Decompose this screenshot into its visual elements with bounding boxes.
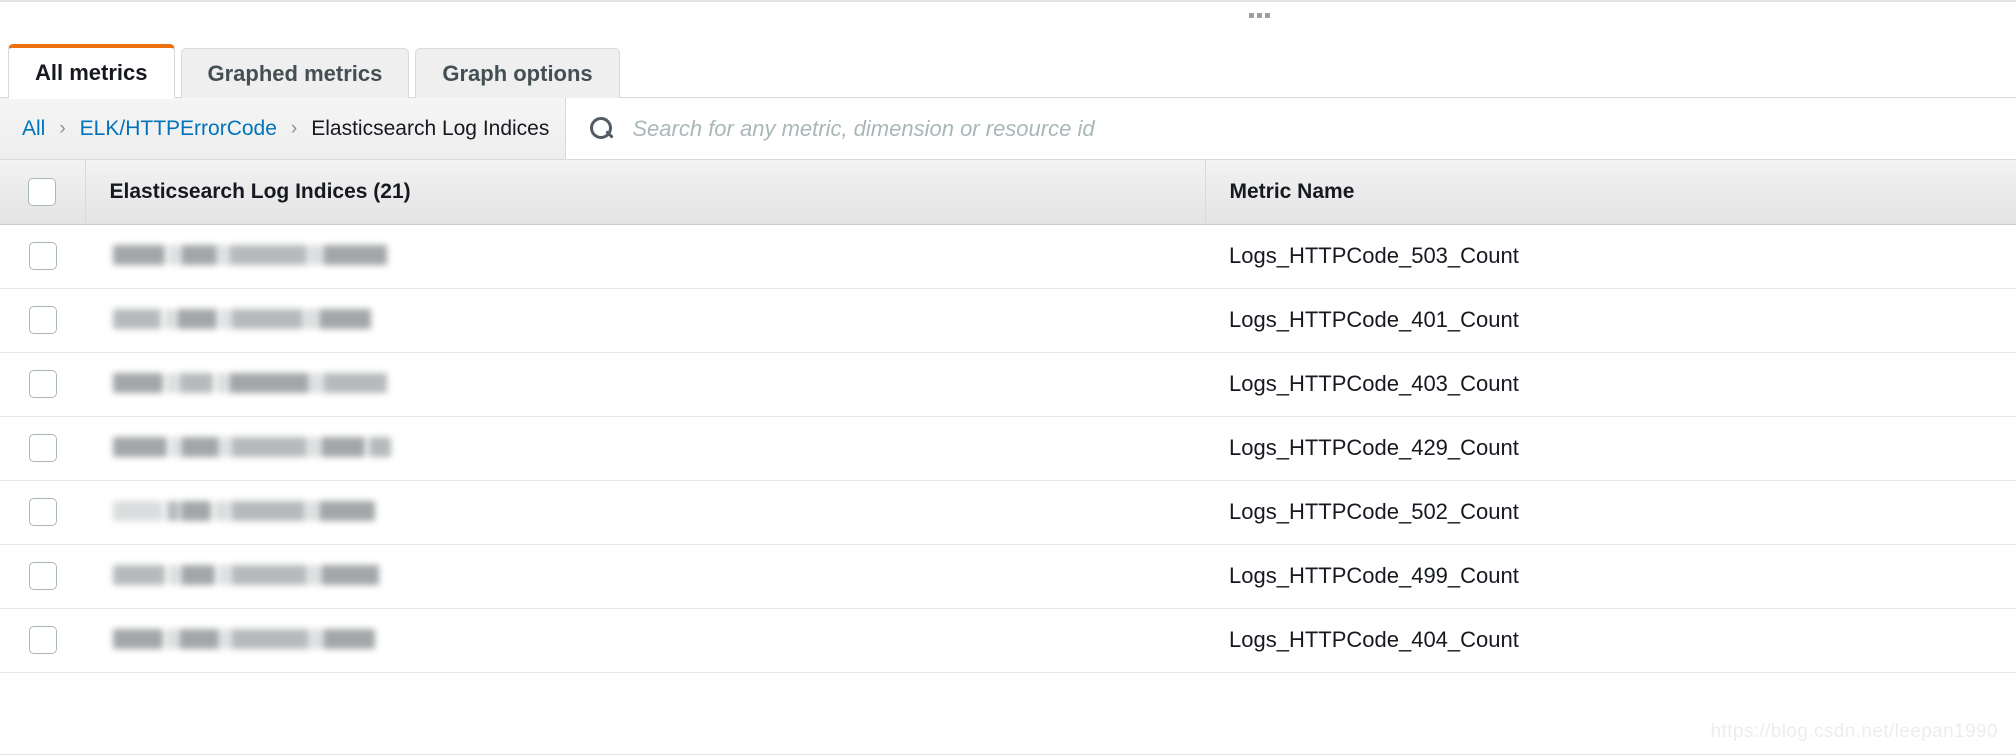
- dimension-cell: [85, 416, 1205, 481]
- redacted-dimension-value: [109, 563, 409, 589]
- metrics-toolbar: All › ELK/HTTPErrorCode › Elasticsearch …: [0, 98, 2016, 160]
- watermark: https://blog.csdn.net/leepan1990: [1710, 721, 1998, 742]
- tab-bar: All metrics Graphed metrics Graph option…: [0, 30, 2016, 99]
- breadcrumb: All › ELK/HTTPErrorCode › Elasticsearch …: [0, 98, 549, 159]
- breadcrumb-item-all[interactable]: All: [22, 117, 45, 141]
- row-checkbox[interactable]: [28, 434, 57, 462]
- metric-name-cell: Logs_HTTPCode_403_Count: [1205, 352, 2016, 417]
- search-icon: [588, 116, 614, 142]
- drag-dot: [1249, 13, 1254, 18]
- window-drag-strip: [0, 0, 2016, 30]
- redacted-dimension-value: [109, 243, 409, 269]
- metric-name-cell: Logs_HTTPCode_502_Count: [1205, 480, 2016, 545]
- breadcrumb-separator-icon: ›: [59, 117, 66, 139]
- row-checkbox-cell: [0, 608, 85, 673]
- metric-name-cell: Logs_HTTPCode_404_Count: [1205, 608, 2016, 673]
- redacted-dimension-value: [109, 371, 409, 397]
- tab-graphed-metrics[interactable]: Graphed metrics: [180, 48, 410, 98]
- metric-name-cell: Logs_HTTPCode_429_Count: [1205, 416, 2016, 481]
- select-all-header: [0, 160, 86, 225]
- metric-name-cell: Logs_HTTPCode_503_Count: [1205, 224, 2016, 289]
- row-checkbox[interactable]: [28, 626, 57, 654]
- redacted-dimension-value: [109, 499, 409, 525]
- select-all-checkbox[interactable]: [28, 177, 57, 206]
- column-header-metric-name[interactable]: Metric Name: [1205, 160, 2016, 225]
- drag-dots-icon[interactable]: [1249, 13, 1270, 18]
- table-row[interactable]: Logs_HTTPCode_404_Count: [0, 608, 2016, 673]
- row-checkbox-cell: [0, 224, 85, 289]
- search-container[interactable]: [565, 98, 2016, 159]
- dimension-cell: [85, 224, 1205, 289]
- dimension-cell: [85, 288, 1205, 353]
- row-checkbox-cell: [0, 288, 85, 353]
- row-checkbox-cell: [0, 416, 85, 481]
- row-checkbox[interactable]: [28, 562, 57, 590]
- row-checkbox[interactable]: [28, 242, 57, 270]
- table-row[interactable]: Logs_HTTPCode_503_Count: [0, 224, 2016, 289]
- table-row[interactable]: Logs_HTTPCode_502_Count: [0, 480, 2016, 545]
- row-checkbox[interactable]: [28, 306, 57, 334]
- row-checkbox-cell: [0, 480, 85, 545]
- tab-label: All metrics: [35, 60, 148, 85]
- tab-label: Graph options: [442, 60, 593, 86]
- breadcrumb-item-current: Elasticsearch Log Indices: [311, 116, 550, 140]
- drag-dot: [1257, 13, 1262, 18]
- metrics-table: Elasticsearch Log Indices (21) Metric Na…: [0, 160, 2016, 673]
- drag-dot: [1265, 13, 1270, 18]
- table-row[interactable]: Logs_HTTPCode_499_Count: [0, 544, 2016, 609]
- column-header-dimension[interactable]: Elasticsearch Log Indices (21): [85, 160, 1206, 225]
- dimension-cell: [85, 352, 1205, 417]
- breadcrumb-separator-icon: ›: [290, 117, 298, 139]
- row-checkbox[interactable]: [28, 370, 57, 398]
- metric-name-cell: Logs_HTTPCode_499_Count: [1205, 544, 2016, 609]
- redacted-dimension-value: [109, 627, 409, 653]
- table-row[interactable]: Logs_HTTPCode_401_Count: [0, 288, 2016, 353]
- dimension-cell: [85, 608, 1205, 673]
- row-checkbox-cell: [0, 544, 85, 609]
- row-checkbox-cell: [0, 352, 85, 417]
- redacted-dimension-value: [109, 307, 409, 333]
- table-header-row: Elasticsearch Log Indices (21) Metric Na…: [0, 160, 2016, 225]
- breadcrumb-item-namespace[interactable]: ELK/HTTPErrorCode: [80, 117, 277, 141]
- row-checkbox[interactable]: [28, 498, 57, 526]
- redacted-dimension-value: [109, 435, 409, 461]
- metric-name-cell: Logs_HTTPCode_401_Count: [1205, 288, 2016, 353]
- table-row[interactable]: Logs_HTTPCode_429_Count: [0, 416, 2016, 481]
- table-body: Logs_HTTPCode_503_Count Logs_HTTPCode_40…: [0, 224, 2016, 673]
- tab-all-metrics[interactable]: All metrics: [8, 44, 175, 99]
- tab-graph-options[interactable]: Graph options: [415, 48, 620, 98]
- table-header: Elasticsearch Log Indices (21) Metric Na…: [0, 160, 2016, 225]
- search-input[interactable]: [630, 114, 2016, 143]
- table-row[interactable]: Logs_HTTPCode_403_Count: [0, 352, 2016, 417]
- tab-label: Graphed metrics: [207, 60, 383, 86]
- dimension-cell: [85, 544, 1205, 609]
- dimension-cell: [85, 480, 1205, 545]
